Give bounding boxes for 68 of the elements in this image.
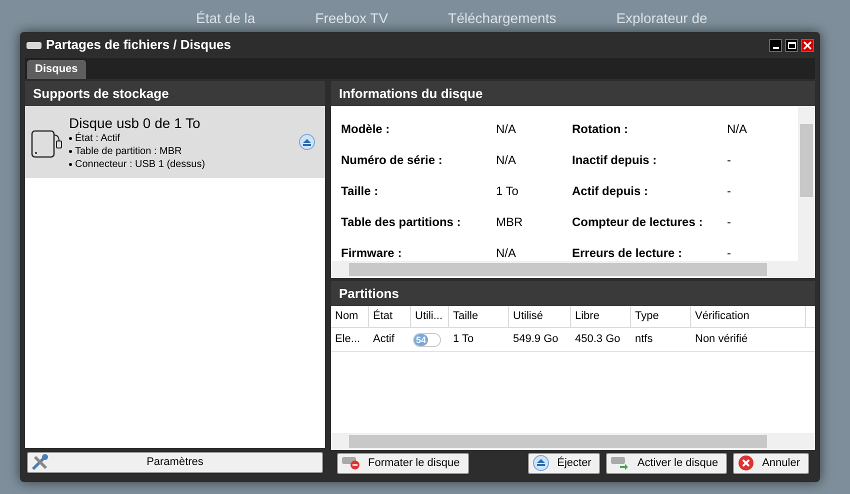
eject-icon <box>533 455 550 471</box>
cancel-icon <box>738 455 754 471</box>
column-header[interactable]: Libre <box>571 306 631 327</box>
field-label: Erreurs de lecture : <box>572 245 684 262</box>
minimize-button[interactable] <box>769 38 782 52</box>
field-label: Numéro de série : <box>341 152 444 169</box>
field-label: Firmware : <box>341 245 403 262</box>
cancel-button[interactable]: Annuler <box>733 452 809 474</box>
vertical-scrollbar[interactable] <box>798 106 815 261</box>
bullet-icon <box>69 150 72 152</box>
table-cell-text: Non vérifié <box>694 332 749 348</box>
format-button[interactable]: Formater le disque <box>337 452 469 474</box>
column-header[interactable]: Taille <box>449 306 509 327</box>
eject-button[interactable]: Éjecter <box>528 452 600 474</box>
disk-detail: Connecteur : USB 1 (dessus) <box>75 158 206 170</box>
eject-button[interactable] <box>299 134 315 150</box>
column-header[interactable]: Vérification <box>691 306 806 327</box>
table-cell-text: ntfs <box>634 332 654 348</box>
column-header[interactable]: État <box>369 306 411 327</box>
eject-icon <box>303 138 311 146</box>
field-label: Rotation : <box>572 121 629 138</box>
disk-detail: État : Actif <box>75 132 120 144</box>
field-value: N/A <box>496 121 518 138</box>
column-header[interactable]: Nom <box>331 306 369 327</box>
bullet-icon <box>69 136 72 140</box>
usage-label: 54 <box>416 334 426 346</box>
activate-button[interactable]: Activer le disque <box>606 452 728 474</box>
table-cell-text: Ele... <box>334 332 362 348</box>
field-label: Taille : <box>341 183 380 200</box>
storage-item[interactable]: Disque usb 0 de 1 To État : Actif Table de partition : MBR Connecteur : USB 1 (dessus) <box>25 106 325 178</box>
settings-button[interactable]: Paramètres <box>27 452 323 472</box>
bullet-icon <box>69 162 72 166</box>
field-value: N/A <box>727 121 748 138</box>
disk-title: Disque usb 0 de 1 To <box>69 114 202 132</box>
tab[interactable]: Disques <box>27 60 86 79</box>
column-header[interactable]: Utilisé <box>509 306 571 327</box>
maximize-button[interactable] <box>785 38 798 52</box>
window-title: Partages de fichiers / Disques <box>46 36 231 54</box>
column-header[interactable]: Type <box>631 306 691 327</box>
field-label: Inactif depuis : <box>572 152 658 169</box>
field-label: Actif depuis : <box>572 183 650 200</box>
table-cell-text: 549.9 Go <box>512 332 560 348</box>
field-value: N/A <box>496 245 518 262</box>
tools-icon <box>31 454 49 470</box>
close-button[interactable] <box>801 38 814 52</box>
field-value: MBR <box>496 214 524 231</box>
field-label: Compteur de lectures : <box>572 214 704 231</box>
field-label: Modèle : <box>341 121 391 138</box>
field-value: - <box>727 214 732 231</box>
drive-arrow-icon <box>611 456 630 470</box>
panel-header: Supports de stockage <box>25 81 325 106</box>
disk-detail: Table de partition : MBR <box>75 144 182 158</box>
table-cell-text: 1 To <box>452 332 475 348</box>
table-cell-text: Actif <box>372 332 396 348</box>
panel-header: Informations du disque <box>331 81 815 106</box>
field-value: - <box>727 152 732 169</box>
field-label: Table des partitions : <box>341 214 462 231</box>
column-header[interactable]: Utili... <box>411 306 449 327</box>
field-value: - <box>727 183 732 200</box>
field-value: 1 To <box>496 183 520 200</box>
horizontal-scrollbar[interactable] <box>331 433 815 450</box>
drive-remove-icon <box>342 456 360 470</box>
field-value: - <box>727 245 732 262</box>
horizontal-scrollbar[interactable] <box>331 261 815 278</box>
panel-header: Partitions <box>331 281 815 306</box>
table-cell-text: 450.3 Go <box>574 332 622 348</box>
drive-icon <box>26 40 42 50</box>
field-value: N/A <box>496 152 518 169</box>
